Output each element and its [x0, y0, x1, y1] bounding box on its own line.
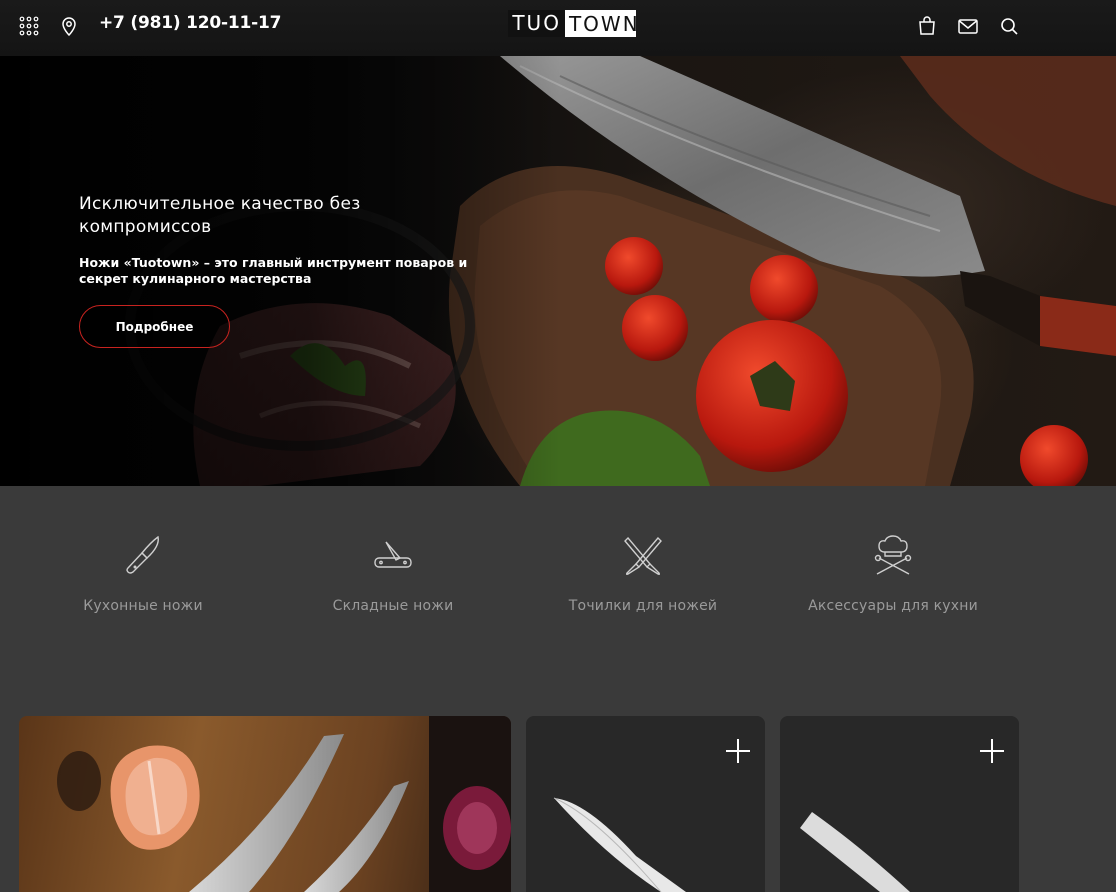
category-kitchen-accessories[interactable]: Аксессуары для кухни: [768, 534, 1018, 614]
bag-icon[interactable]: [915, 14, 939, 38]
hero-title: Исключительное качество без компромиссов: [79, 194, 361, 237]
more-button[interactable]: Подробнее: [79, 305, 230, 348]
chef-hat-icon: [874, 535, 912, 575]
product-image-paring-knife: [553, 797, 686, 892]
search-icon[interactable]: [997, 14, 1021, 38]
logo[interactable]: TUO TOWN: [508, 10, 638, 37]
categories-section: Кухонные ножи Складные ножи Точилки для …: [0, 486, 1116, 676]
category-label: Кухонные ножи: [83, 598, 203, 614]
category-folding-knives[interactable]: Складные ножи: [268, 534, 518, 614]
mail-icon[interactable]: [956, 14, 980, 38]
category-label: Аксессуары для кухни: [808, 598, 978, 614]
product-card-2[interactable]: [780, 716, 1019, 892]
category-label: Складные ножи: [332, 598, 454, 614]
hero-subtitle: Ножи «Tuotown» – это главный инструмент …: [79, 255, 468, 286]
location-pin-icon[interactable]: [57, 14, 81, 38]
featured-product-image[interactable]: [19, 716, 511, 892]
phone-number[interactable]: +7 (981) 120-11-17: [99, 13, 281, 33]
logo-part-town: TOWN: [568, 11, 640, 36]
category-kitchen-knives[interactable]: Кухонные ножи: [18, 534, 268, 614]
logo-part-tuo: TUO: [508, 10, 565, 37]
knife-sharpener-icon: [624, 536, 662, 576]
category-label: Точилки для ножей: [568, 598, 718, 614]
site-header: +7 (981) 120-11-17 TUO TOWN: [0, 0, 1116, 56]
product-card-1[interactable]: [526, 716, 765, 892]
category-knife-sharpeners[interactable]: Точилки для ножей: [518, 534, 768, 614]
kitchen-knife-icon: [126, 535, 159, 574]
hero-banner: Исключительное качество без компромиссов…: [0, 56, 1116, 486]
folding-knife-icon: [374, 541, 412, 568]
grid-menu-icon[interactable]: [17, 14, 41, 38]
product-image-kitchen-knife: [800, 812, 910, 892]
knives-on-board-photo: [57, 716, 511, 892]
